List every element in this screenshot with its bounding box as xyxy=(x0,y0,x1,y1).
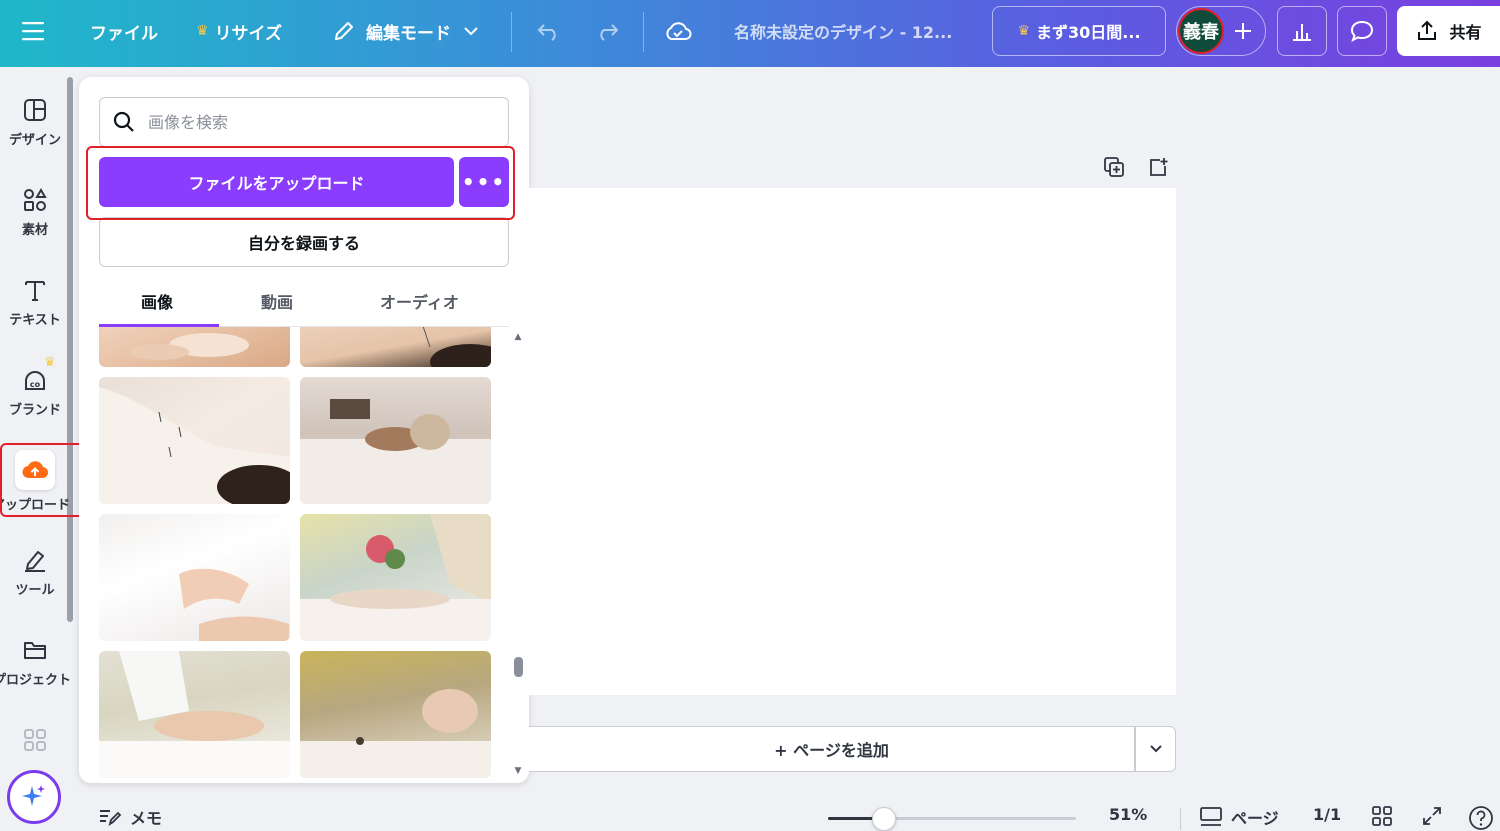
image-thumbnail[interactable] xyxy=(300,327,491,367)
search-input[interactable] xyxy=(148,112,488,132)
divider xyxy=(643,12,644,52)
panel-scrollbar[interactable]: ▲ ▼ xyxy=(513,332,523,777)
rail-item-tools[interactable]: ツール xyxy=(0,545,70,598)
trial-label: まず30日間... xyxy=(1036,23,1141,42)
rail-scrollbar[interactable] xyxy=(67,77,73,622)
redo-icon[interactable] xyxy=(594,0,620,62)
crown-icon: ♛ xyxy=(1017,23,1031,39)
pages-icon xyxy=(1200,807,1222,826)
highlight-upload-button xyxy=(86,146,515,220)
apps-grid-icon xyxy=(20,725,50,755)
search-icon xyxy=(112,110,136,134)
rail-label: デザイン xyxy=(8,133,61,148)
divider xyxy=(511,12,512,52)
image-thumbnail[interactable] xyxy=(300,377,491,504)
crown-icon: ♛ xyxy=(44,355,56,370)
design-page[interactable] xyxy=(529,188,1176,695)
edit-mode-label: 編集モード xyxy=(366,23,451,44)
comments-button[interactable] xyxy=(1337,6,1387,56)
fullscreen-icon[interactable] xyxy=(1421,805,1443,827)
zoom-slider[interactable] xyxy=(828,817,1076,820)
page-counter: 1/1 xyxy=(1313,805,1342,824)
image-thumbnail[interactable] xyxy=(99,514,290,641)
add-page-icon[interactable] xyxy=(1146,155,1170,183)
rail-item-elements[interactable]: 素材 xyxy=(0,185,70,238)
duplicate-page-icon[interactable] xyxy=(1102,155,1126,183)
comment-icon xyxy=(1350,20,1374,43)
crown-icon: ♛ xyxy=(196,23,209,39)
magic-assistant-button[interactable] xyxy=(7,770,61,824)
record-yourself-button[interactable]: 自分を録画する xyxy=(99,217,509,267)
tab-videos[interactable]: 動画 xyxy=(261,289,293,313)
image-thumbnail[interactable] xyxy=(99,651,290,778)
elements-icon xyxy=(20,185,50,215)
image-thumbnail[interactable] xyxy=(99,377,290,504)
rail-label: テキスト xyxy=(9,313,61,328)
help-icon[interactable] xyxy=(1468,805,1494,831)
share-button[interactable]: 共有 xyxy=(1397,6,1500,56)
pages-button[interactable]: ページ xyxy=(1199,805,1279,829)
tab-audio[interactable]: オーディオ xyxy=(380,289,459,313)
bottom-bar: メモ 51% ページ 1/1 xyxy=(76,800,1500,831)
rail-label: 素材 xyxy=(21,223,48,238)
bar-chart-icon xyxy=(1293,24,1311,41)
resize-label: リサイズ xyxy=(214,23,283,44)
resize-button[interactable]: ♛ リサイズ xyxy=(196,0,282,62)
undo-icon[interactable] xyxy=(536,0,562,62)
rail-label: プロジェクト xyxy=(0,673,72,688)
image-thumbnail[interactable] xyxy=(300,651,491,778)
media-tabs: 画像 動画 オーディオ xyxy=(99,277,509,327)
image-grid xyxy=(99,327,494,783)
chevron-down-icon xyxy=(463,26,479,36)
sparkle-icon xyxy=(22,785,45,806)
trial-button[interactable]: ♛ まず30日間... xyxy=(992,6,1166,56)
rail-label: ブランド xyxy=(8,403,61,418)
folder-icon xyxy=(20,635,50,665)
highlight-uploads xyxy=(0,443,89,517)
share-label: 共有 xyxy=(1449,23,1482,42)
rail-item-apps[interactable] xyxy=(0,725,70,755)
rail-item-text[interactable]: テキスト xyxy=(0,275,70,328)
text-icon xyxy=(20,275,50,305)
file-menu[interactable]: ファイル xyxy=(90,0,158,62)
edit-mode-button[interactable]: 編集モード xyxy=(332,0,479,62)
pen-tool-icon xyxy=(20,545,50,575)
grid-view-icon[interactable] xyxy=(1371,805,1393,827)
avatar[interactable]: 義春 xyxy=(1178,8,1224,54)
insights-button[interactable] xyxy=(1277,6,1327,56)
image-thumbnail[interactable] xyxy=(99,327,290,367)
notes-label: メモ xyxy=(130,809,163,828)
pencil-icon xyxy=(332,19,356,43)
menu-icon[interactable] xyxy=(22,0,46,62)
collaborators-group: 義春 xyxy=(1176,6,1266,56)
add-collaborator-icon[interactable] xyxy=(1229,17,1257,45)
svg-text:co: co xyxy=(30,380,41,389)
zoom-handle[interactable] xyxy=(872,807,897,831)
tab-images[interactable]: 画像 xyxy=(141,289,173,313)
scroll-up-icon[interactable]: ▲ xyxy=(513,332,523,342)
top-bar: ファイル ♛ リサイズ 編集モード 名称未設定のデザイン - 12... ♛ まず… xyxy=(0,0,1500,67)
add-page-button[interactable]: + ページを追加 xyxy=(529,726,1135,772)
notes-button[interactable]: メモ xyxy=(98,805,162,829)
document-title[interactable]: 名称未設定のデザイン - 12... xyxy=(734,0,952,62)
layout-icon xyxy=(20,95,50,125)
share-icon xyxy=(1418,20,1437,40)
search-field[interactable] xyxy=(99,97,509,147)
rail-label: ツール xyxy=(15,583,55,598)
rail-item-brand[interactable]: ♛ co ブランド xyxy=(0,355,70,418)
rail-item-design[interactable]: デザイン xyxy=(0,95,70,148)
zoom-level[interactable]: 51% xyxy=(1109,805,1147,824)
cloud-saved-icon[interactable] xyxy=(664,0,692,62)
notes-icon xyxy=(100,810,122,827)
divider xyxy=(1180,808,1181,830)
scrollbar-thumb[interactable] xyxy=(514,657,523,677)
rail-item-projects[interactable]: プロジェクト xyxy=(0,635,72,688)
scroll-down-icon[interactable]: ▼ xyxy=(513,766,523,776)
chevron-down-icon[interactable] xyxy=(1135,726,1176,772)
pages-label: ページ xyxy=(1231,809,1279,828)
image-thumbnail[interactable] xyxy=(300,514,491,641)
